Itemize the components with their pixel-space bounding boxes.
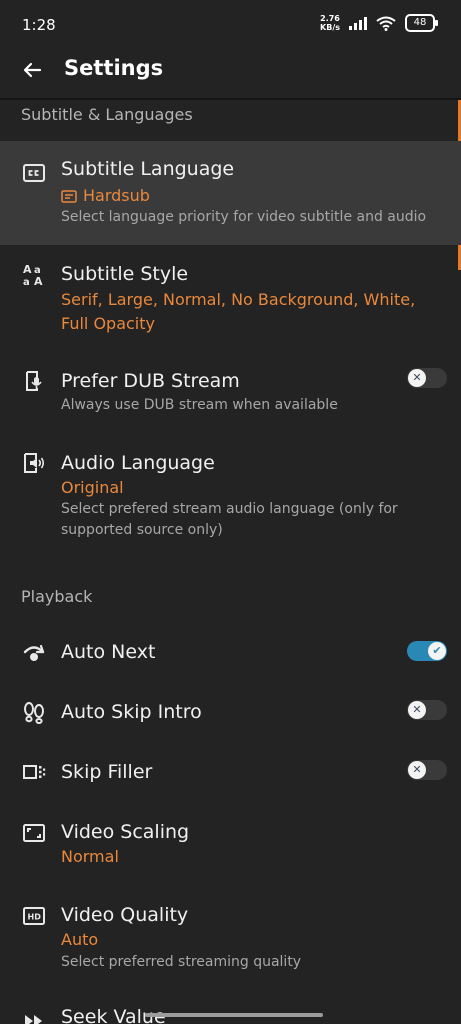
setting-subtitle-language[interactable]: Subtitle Language Hardsub Select languag… [0, 141, 461, 245]
setting-prefer-dub-stream[interactable]: Prefer DUB Stream Always use DUB stream … [0, 355, 461, 425]
svg-text:A: A [34, 275, 43, 286]
app-bar-divider [0, 98, 461, 100]
hd-icon: HD [23, 907, 45, 925]
setting-value: Original [61, 478, 124, 497]
setting-auto-next[interactable]: Auto Next ✔ [0, 630, 461, 676]
aspect-ratio-icon [23, 824, 45, 842]
auto-skip-intro-toggle[interactable]: ✕ [407, 700, 447, 720]
toggle-knob-icon: ✕ [408, 369, 426, 387]
toggle-knob-icon: ✔ [428, 642, 446, 660]
setting-title: Prefer DUB Stream [61, 370, 240, 392]
setting-title: Video Scaling [61, 821, 190, 843]
status-bar: 1:28 2.76 KB/s 48 [0, 0, 461, 48]
setting-title: Auto Skip Intro [61, 701, 202, 723]
footprints-icon [24, 702, 44, 724]
section-header-playback: Playback [21, 587, 93, 606]
setting-value: Normal [61, 847, 119, 866]
setting-description: Select preferred streaming quality [61, 954, 302, 970]
setting-auto-skip-intro[interactable]: Auto Skip Intro ✕ [0, 690, 461, 736]
setting-audio-language[interactable]: Audio Language Original Select prefered … [0, 440, 461, 550]
svg-text:a: a [23, 277, 30, 286]
section-header-subtitle-languages: Subtitle & Languages [21, 105, 193, 124]
setting-video-quality[interactable]: HD Video Quality Auto Select preferred s… [0, 893, 461, 983]
prefer-dub-toggle[interactable]: ✕ [407, 368, 447, 388]
subtitles-small-icon [61, 189, 77, 203]
voice-document-icon [26, 371, 42, 391]
setting-description: Select prefered stream audio language (o… [61, 501, 398, 538]
setting-title: Audio Language [61, 452, 215, 474]
app-bar: Settings [0, 48, 461, 98]
setting-value: Auto [61, 930, 99, 949]
closed-caption-icon [23, 164, 45, 182]
signal-icon [349, 16, 367, 30]
back-arrow-icon[interactable] [20, 58, 44, 82]
setting-title: Subtitle Style [61, 263, 189, 285]
network-speed: 2.76 KB/s [320, 14, 340, 32]
setting-title: Video Quality [61, 904, 189, 926]
speaker-document-icon [24, 453, 45, 473]
battery-icon: 48 [405, 14, 438, 32]
setting-value: Hardsub [61, 184, 421, 208]
status-icons: 2.76 KB/s 48 [320, 14, 438, 32]
page-title: Settings [64, 56, 164, 80]
skip-filler-toggle[interactable]: ✕ [407, 760, 447, 780]
auto-next-toggle[interactable]: ✔ [407, 641, 447, 661]
setting-subtitle-style[interactable]: A a a A Subtitle Style Serif, Large, Nor… [0, 250, 461, 346]
toggle-knob-icon: ✕ [408, 701, 426, 719]
setting-value: Serif, Large, Normal, No Background, Whi… [61, 290, 416, 333]
svg-text:A: A [23, 263, 32, 276]
setting-title: Auto Next [61, 641, 156, 663]
setting-video-scaling[interactable]: Video Scaling Normal [0, 810, 461, 880]
toggle-knob-icon: ✕ [408, 761, 426, 779]
skip-filler-icon [23, 765, 46, 779]
svg-text:HD: HD [28, 913, 42, 922]
fast-forward-icon [25, 1015, 42, 1024]
setting-seek-value[interactable]: Seek Value [0, 996, 461, 1024]
font-style-icon: A a a A [23, 263, 43, 286]
setting-description: Select language priority for video subti… [61, 209, 427, 225]
setting-skip-filler[interactable]: Skip Filler ✕ [0, 750, 461, 796]
home-indicator[interactable] [145, 1013, 323, 1017]
setting-title: Subtitle Language [61, 158, 235, 180]
status-time: 1:28 [22, 16, 56, 34]
setting-title: Skip Filler [61, 761, 153, 783]
wifi-icon [376, 16, 396, 31]
setting-description: Always use DUB stream when available [61, 397, 338, 413]
skip-next-icon [23, 644, 45, 661]
